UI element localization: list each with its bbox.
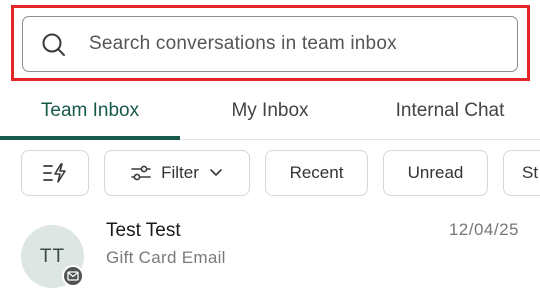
search-box[interactable]	[22, 16, 518, 72]
conversation-preview: Gift Card Email	[106, 248, 226, 267]
filter-button[interactable]: Filter	[104, 150, 250, 196]
inbox-tabs: Team Inbox My Inbox Internal Chat	[0, 84, 540, 140]
tab-my-inbox[interactable]: My Inbox	[180, 84, 360, 138]
chevron-down-icon	[209, 168, 223, 178]
filter-label: Filter	[161, 163, 199, 182]
quick-actions-button[interactable]	[21, 150, 89, 196]
more-filter-label: St	[522, 163, 539, 182]
tab-internal-chat-label: Internal Chat	[395, 100, 505, 121]
tab-my-inbox-label: My Inbox	[231, 100, 309, 121]
more-filter-chip[interactable]: St	[503, 150, 540, 196]
avatar-initials: TT	[39, 245, 66, 267]
tab-internal-chat[interactable]: Internal Chat	[360, 84, 540, 138]
conversation-list-item[interactable]: TT Test Test Gift Card Email 12/04/25	[0, 206, 540, 304]
recent-filter-chip[interactable]: Recent	[265, 150, 368, 196]
search-input[interactable]	[89, 17, 509, 71]
conversation-date: 12/04/25	[448, 220, 519, 239]
recent-label: Recent	[289, 163, 344, 182]
unread-filter-chip[interactable]: Unread	[383, 150, 488, 196]
tab-team-inbox[interactable]: Team Inbox	[0, 84, 180, 138]
email-icon	[62, 265, 84, 287]
active-tab-indicator	[0, 136, 180, 140]
tab-team-inbox-label: Team Inbox	[40, 100, 140, 121]
bolt-list-icon	[42, 162, 68, 184]
unread-label: Unread	[407, 163, 464, 182]
search-icon	[41, 32, 67, 58]
sliders-icon	[131, 164, 151, 182]
team-inbox-panel: Team Inbox My Inbox Internal Chat	[0, 0, 540, 304]
conversation-name: Test Test	[106, 220, 181, 241]
